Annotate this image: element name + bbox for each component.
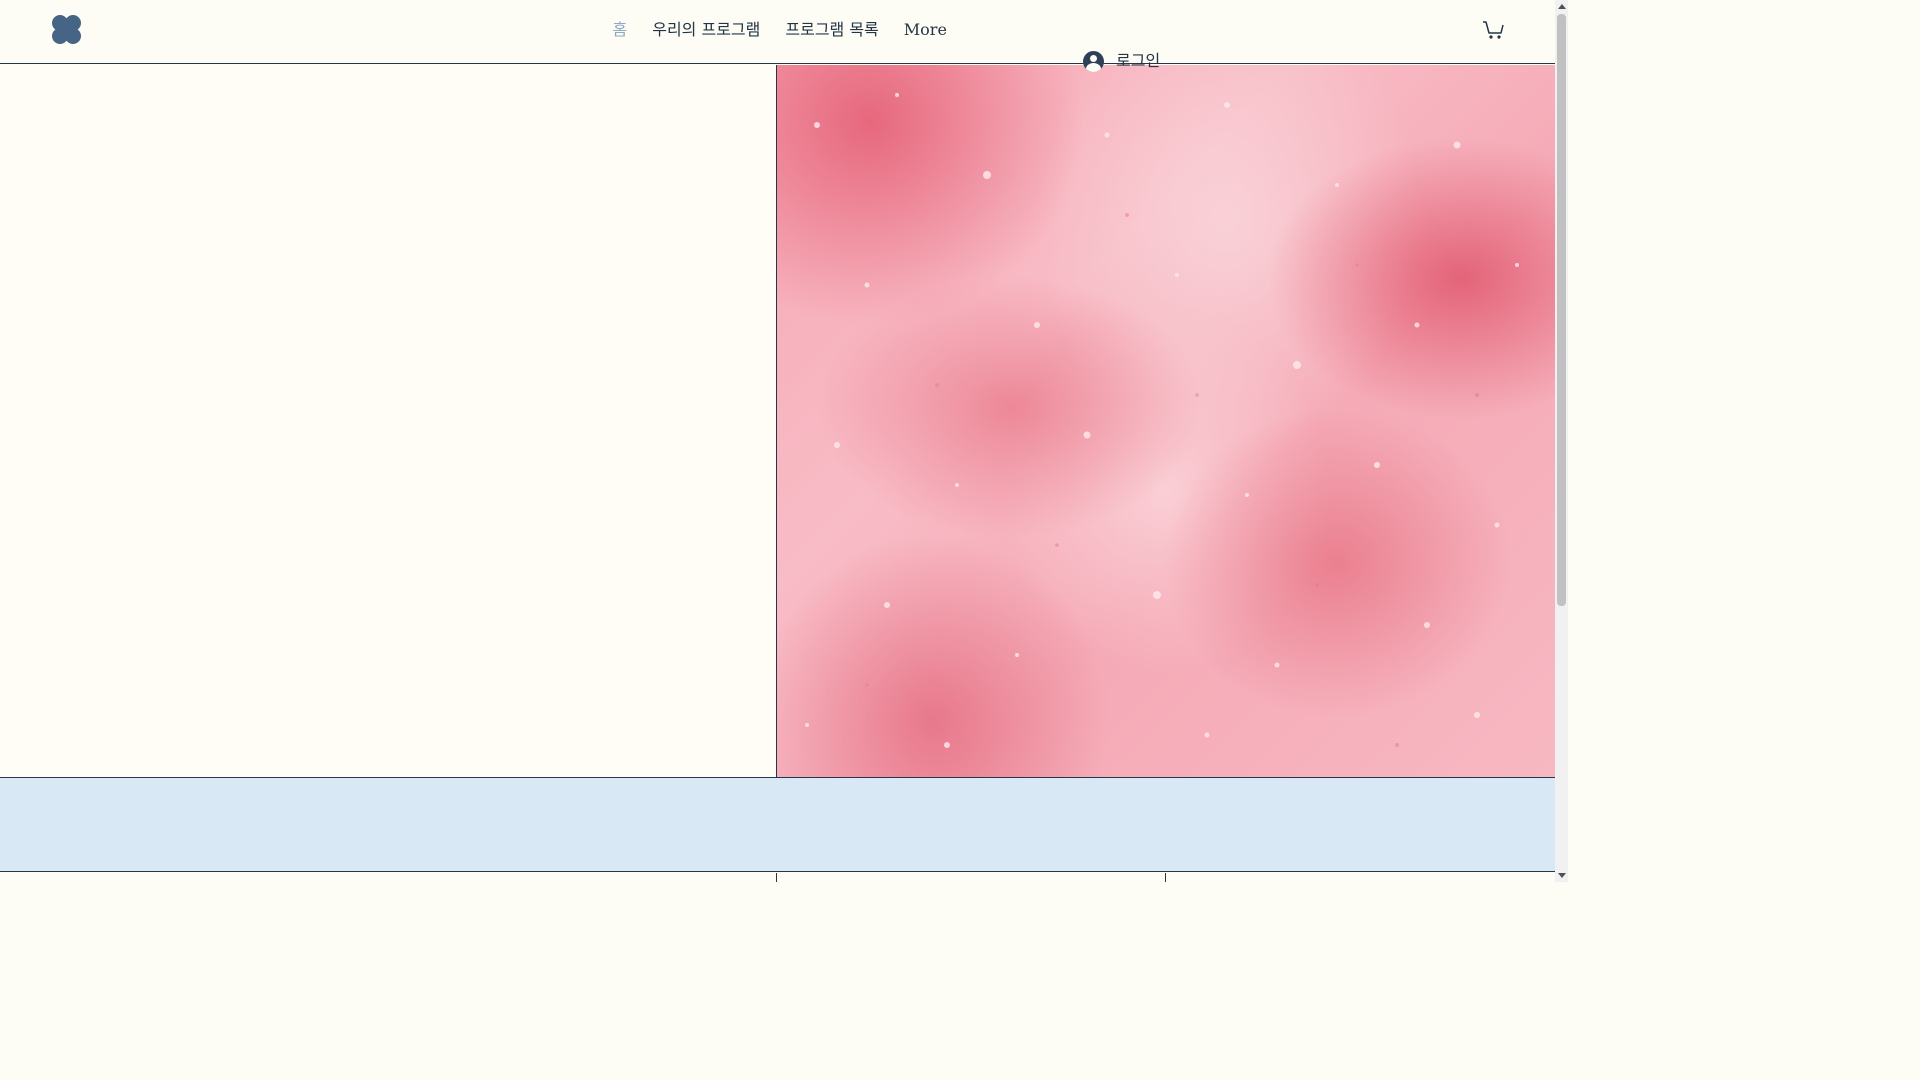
nav-item-home[interactable]: 홈 (600, 18, 640, 42)
scrollbar-thumb[interactable] (1557, 14, 1566, 606)
nav-item-our-programs[interactable]: 우리의 프로그램 (640, 18, 773, 42)
nav-item-more[interactable]: More (891, 18, 959, 42)
login-button[interactable]: 로그인 (1083, 50, 1160, 72)
clover-logo-icon[interactable] (51, 14, 82, 45)
hero-text-panel (0, 65, 776, 777)
scroll-up-arrow-icon[interactable] (1558, 4, 1566, 9)
salt-grain-texture (805, 93, 1519, 748)
pink-salt-texture-image (777, 65, 1555, 777)
column-divider (1165, 873, 1166, 882)
main-nav: 홈 우리의 프로그램 프로그램 목록 More (600, 18, 959, 42)
nav-item-program-list[interactable]: 프로그램 목록 (773, 18, 891, 42)
column-divider (776, 873, 777, 882)
site-header: 홈 우리의 프로그램 프로그램 목록 More (0, 0, 1555, 64)
scroll-down-arrow-icon[interactable] (1558, 873, 1566, 878)
user-avatar-icon (1083, 50, 1104, 72)
next-section-strip (0, 873, 1555, 882)
blue-band-section (0, 778, 1555, 872)
cart-icon[interactable] (1482, 20, 1505, 40)
login-label: 로그인 (1116, 51, 1161, 70)
